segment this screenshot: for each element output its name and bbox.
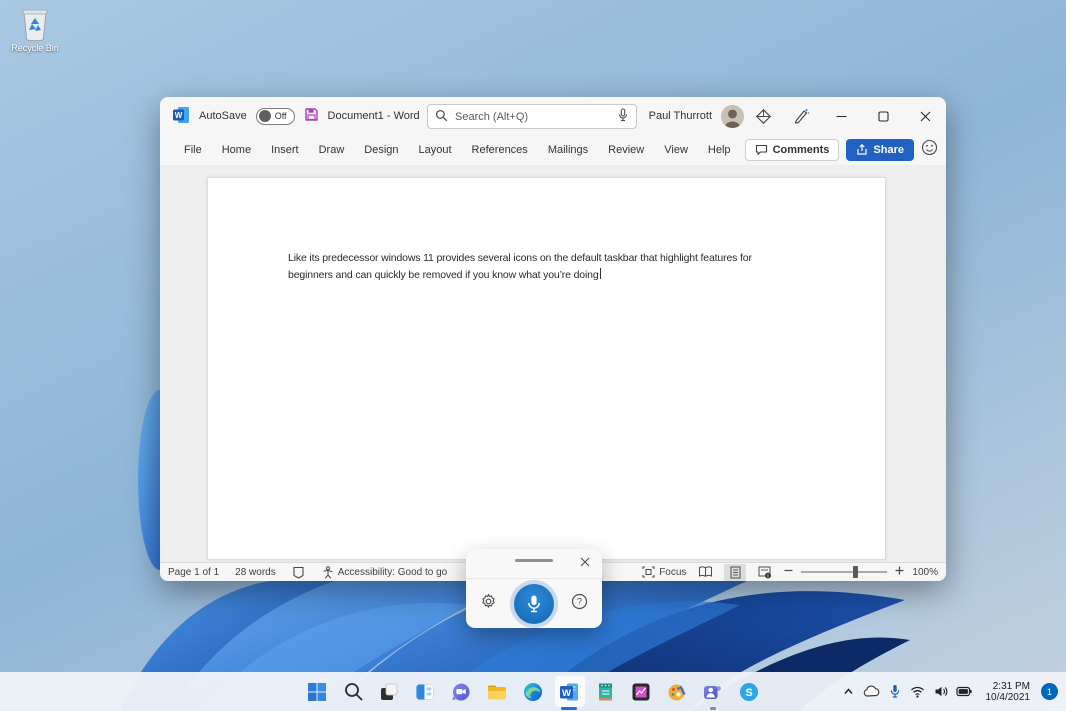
autosave-label: AutoSave [199,110,247,122]
edge-icon[interactable] [515,672,551,711]
zoom-in-button[interactable] [895,566,904,578]
accessibility-label: Accessibility: Good to go [338,567,448,578]
save-icon[interactable] [304,107,319,125]
search-placeholder: Search (Alt+Q) [455,111,610,123]
share-label: Share [873,144,904,156]
word-taskbar-icon[interactable]: W [551,672,587,711]
file-explorer-icon[interactable] [479,672,515,711]
volume-icon[interactable] [932,672,950,711]
svg-text:S: S [745,687,752,699]
svg-text:i: i [768,573,769,578]
taskbar: W S [0,672,1066,711]
search-mic-icon[interactable] [617,108,629,125]
document-area: Like its predecessor windows 11 provides… [160,165,946,562]
graph-app-icon[interactable] [623,672,659,711]
battery-icon[interactable] [955,672,973,711]
tab-mailings[interactable]: Mailings [538,135,598,165]
tray-date: 10/4/2021 [986,692,1031,703]
tab-file[interactable]: File [174,135,212,165]
tab-layout[interactable]: Layout [409,135,462,165]
page-indicator[interactable]: Page 1 of 1 [168,567,219,578]
share-button[interactable]: Share [846,139,914,161]
document-line-2: beginners and can quickly be removed if … [288,269,599,281]
autosave-toggle-knob [259,110,271,122]
search-taskbar-icon[interactable] [335,672,371,711]
notification-badge[interactable]: 1 [1041,683,1058,700]
document-page[interactable]: Like its predecessor windows 11 provides… [207,177,886,560]
recycle-bin-icon [18,6,52,42]
tab-view[interactable]: View [654,135,698,165]
task-view-icon[interactable] [371,672,407,711]
text-cursor [600,268,601,279]
clock[interactable]: 2:31 PM 10/4/2021 [986,681,1031,703]
comments-label: Comments [773,144,830,156]
chat-icon[interactable] [443,672,479,711]
document-text: Like its predecessor windows 11 provides… [288,250,752,283]
comments-button[interactable]: Comments [745,139,840,161]
tab-review[interactable]: Review [598,135,654,165]
print-layout-button[interactable] [724,564,746,581]
tab-design[interactable]: Design [354,135,408,165]
tray-chevron-up-icon[interactable] [840,672,858,711]
zoom-slider[interactable] [801,571,887,573]
focus-label: Focus [659,567,686,578]
tab-draw[interactable]: Draw [309,135,355,165]
document-line-1: Like its predecessor windows 11 provides… [288,250,752,267]
search-box[interactable]: Search (Alt+Q) [427,104,637,129]
ribbon-tab-row: File Home Insert Draw Design Layout Refe… [160,135,946,165]
paint-icon[interactable] [659,672,695,711]
svg-text:W: W [562,688,571,699]
maximize-button[interactable] [862,97,904,135]
tab-help[interactable]: Help [698,135,741,165]
tab-insert[interactable]: Insert [261,135,309,165]
premium-diamond-icon[interactable] [744,97,782,135]
tray-microphone-icon[interactable] [886,672,904,711]
autosave-toggle[interactable]: Off [256,108,295,125]
dictation-help-icon[interactable]: ? [571,593,588,615]
notepad-icon[interactable] [587,672,623,711]
close-button[interactable] [904,97,946,135]
recycle-bin[interactable]: Recycle Bin [6,6,64,53]
user-name[interactable]: Paul Thurrott [649,110,712,122]
widgets-icon[interactable] [407,672,443,711]
search-icon [435,109,448,125]
accessibility-status[interactable]: Accessibility: Good to go [321,566,448,579]
dictation-toolbar: ? [466,549,602,628]
dictation-close-icon[interactable] [577,554,593,570]
wifi-icon[interactable] [909,672,927,711]
zoom-slider-handle[interactable] [853,566,858,578]
dictation-settings-gear-icon[interactable] [480,593,497,615]
web-layout-button[interactable]: i [754,564,776,581]
skype-icon[interactable]: S [731,672,767,711]
tab-references[interactable]: References [462,135,538,165]
dictation-microphone-button[interactable] [514,584,554,624]
word-logo-icon: W [172,106,190,127]
desktop: Recycle Bin W AutoSave Off [0,0,1066,711]
zoom-level[interactable]: 100% [912,567,938,578]
proofing-icon[interactable] [292,566,305,579]
feedback-smiley-icon[interactable] [921,139,938,161]
word-count[interactable]: 28 words [235,567,276,578]
autosave-state: Off [275,111,287,121]
start-button[interactable] [299,672,335,711]
user-avatar[interactable] [721,105,744,128]
onedrive-cloud-icon[interactable] [863,672,881,711]
tab-home[interactable]: Home [212,135,261,165]
zoom-out-button[interactable] [784,566,793,578]
word-window: W AutoSave Off Document1 - Word [160,97,946,581]
recycle-bin-label: Recycle Bin [6,43,64,53]
teams-icon[interactable] [695,672,731,711]
read-mode-button[interactable] [694,564,716,581]
minimize-button[interactable] [820,97,862,135]
word-titlebar: W AutoSave Off Document1 - Word [160,97,946,135]
document-title: Document1 - Word [328,110,420,122]
svg-text:W: W [175,111,183,120]
focus-button[interactable]: Focus [642,566,686,578]
svg-text:?: ? [577,596,582,606]
tray-time: 2:31 PM [986,681,1031,692]
drag-handle[interactable] [515,559,553,562]
editor-pen-icon[interactable] [782,97,820,135]
